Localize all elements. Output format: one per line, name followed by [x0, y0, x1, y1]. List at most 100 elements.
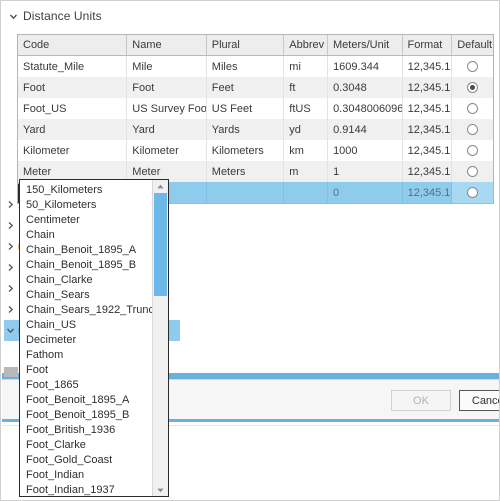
- cell-plural: Meters: [207, 161, 285, 182]
- chevron-right-icon[interactable]: [6, 284, 15, 293]
- default-radio[interactable]: [467, 124, 479, 135]
- cell-default[interactable]: [452, 140, 493, 161]
- cell-code: Foot_US: [18, 98, 128, 119]
- chevron-right-icon[interactable]: [6, 263, 15, 272]
- cell-format: 12,345.12: [403, 77, 453, 98]
- chevron-right-icon[interactable]: [6, 200, 15, 209]
- cell-abbrev[interactable]: [284, 182, 329, 203]
- tree-scroll-sliver: [4, 367, 18, 377]
- unit-code-dropdown-list[interactable]: 150_Kilometers 50_Kilometers Centimeter …: [19, 179, 169, 497]
- cell-code: Yard: [18, 119, 128, 140]
- cell-format: 12,345.12: [403, 161, 453, 182]
- cell-plural: Kilometers: [207, 140, 285, 161]
- dropdown-items: 150_Kilometers 50_Kilometers Centimeter …: [20, 180, 152, 496]
- dropdown-scrollbar[interactable]: [152, 180, 168, 496]
- table-row[interactable]: Kilometer Kilometer Kilometers km 1000 1…: [18, 140, 493, 161]
- cell-meters: 1609.344: [328, 56, 403, 77]
- list-item[interactable]: Foot_British_1936: [20, 423, 152, 438]
- chevron-right-icon[interactable]: [6, 221, 15, 230]
- cell-abbrev: m: [284, 161, 329, 182]
- scrollbar-thumb[interactable]: [154, 193, 167, 296]
- list-item[interactable]: Foot: [20, 363, 152, 378]
- cell-meters[interactable]: 0: [328, 182, 403, 203]
- cell-plural: US Feet: [207, 98, 285, 119]
- list-item[interactable]: Foot_1865: [20, 378, 152, 393]
- section-header-distance-units[interactable]: Distance Units: [9, 7, 102, 25]
- cell-plural: Miles: [207, 56, 285, 77]
- cell-meters: 0.3048: [328, 77, 403, 98]
- table-row[interactable]: Statute_Mile Mile Miles mi 1609.344 12,3…: [18, 56, 493, 77]
- chevron-right-icon[interactable]: [6, 305, 15, 314]
- table-row[interactable]: Yard Yard Yards yd 0.9144 12,345.12: [18, 119, 493, 140]
- column-header-meters-per-unit[interactable]: Meters/Unit: [328, 35, 403, 55]
- list-item[interactable]: Foot_Indian: [20, 468, 152, 483]
- cell-format: 12,345.12: [403, 56, 453, 77]
- triangle-down-icon[interactable]: [153, 484, 168, 496]
- default-radio[interactable]: [467, 166, 479, 177]
- cancel-button[interactable]: Cancel: [459, 390, 499, 411]
- list-item[interactable]: Chain_US: [20, 318, 152, 333]
- cell-default[interactable]: [452, 119, 493, 140]
- list-item[interactable]: Fathom: [20, 348, 152, 363]
- section-title: Distance Units: [23, 9, 102, 23]
- list-item[interactable]: Foot_Indian_1937: [20, 483, 152, 496]
- list-item[interactable]: Chain_Benoit_1895_B: [20, 258, 152, 273]
- list-item[interactable]: Decimeter: [20, 333, 152, 348]
- default-radio[interactable]: [467, 103, 479, 114]
- list-item[interactable]: Foot_Clarke: [20, 438, 152, 453]
- triangle-up-icon[interactable]: [153, 180, 168, 192]
- column-header-code[interactable]: Code: [18, 35, 128, 55]
- grid-header-row: Code Name Plural Abbrev Meters/Unit Form…: [18, 35, 493, 56]
- list-item[interactable]: Chain_Sears: [20, 288, 152, 303]
- cell-name: US Survey Foot: [127, 98, 207, 119]
- cell-meters: 1: [328, 161, 403, 182]
- list-item[interactable]: Chain_Sears_1922_Truncated: [20, 303, 152, 318]
- cell-name: Kilometer: [127, 140, 207, 161]
- table-row[interactable]: Foot_US US Survey Foot US Feet ftUS 0.30…: [18, 98, 493, 119]
- cell-abbrev: mi: [284, 56, 329, 77]
- cell-default[interactable]: [452, 161, 493, 182]
- cell-code: Kilometer: [18, 140, 128, 161]
- chevron-down-icon[interactable]: [6, 326, 15, 335]
- cell-code: Statute_Mile: [18, 56, 128, 77]
- default-radio[interactable]: [467, 82, 479, 93]
- list-item[interactable]: Foot_Benoit_1895_A: [20, 393, 152, 408]
- cell-code: Foot: [18, 77, 128, 98]
- cell-plural[interactable]: [207, 182, 285, 203]
- cell-plural: Feet: [207, 77, 285, 98]
- ok-button[interactable]: OK: [391, 390, 451, 411]
- list-item[interactable]: Chain_Clarke: [20, 273, 152, 288]
- column-header-format[interactable]: Format: [403, 35, 453, 55]
- list-item[interactable]: Centimeter: [20, 213, 152, 228]
- cell-default[interactable]: [452, 77, 493, 98]
- chevron-right-icon[interactable]: [6, 242, 15, 251]
- cell-meters: 0.3048006096...: [328, 98, 403, 119]
- cell-format[interactable]: 12,345.12: [403, 182, 453, 203]
- default-radio[interactable]: [467, 61, 479, 72]
- chevron-down-icon[interactable]: [9, 12, 18, 21]
- list-item[interactable]: Chain_Benoit_1895_A: [20, 243, 152, 258]
- list-item[interactable]: Chain: [20, 228, 152, 243]
- cell-format: 12,345.12: [403, 98, 453, 119]
- default-radio[interactable]: [467, 145, 479, 156]
- cell-abbrev: km: [284, 140, 329, 161]
- column-header-plural[interactable]: Plural: [207, 35, 285, 55]
- default-radio[interactable]: [467, 187, 479, 198]
- table-row[interactable]: Foot Foot Feet ft 0.3048 12,345.12: [18, 77, 493, 98]
- column-header-default[interactable]: Default: [452, 35, 493, 55]
- cell-name: Foot: [127, 77, 207, 98]
- column-header-abbrev[interactable]: Abbrev: [284, 35, 328, 55]
- cell-default[interactable]: [452, 98, 493, 119]
- cell-format: 12,345.12: [403, 119, 453, 140]
- cell-default[interactable]: [452, 182, 493, 203]
- cell-default[interactable]: [452, 56, 493, 77]
- cell-format: 12,345.12: [403, 140, 453, 161]
- list-item[interactable]: 150_Kilometers: [20, 183, 152, 198]
- column-header-name[interactable]: Name: [127, 35, 207, 55]
- list-item[interactable]: 50_Kilometers: [20, 198, 152, 213]
- cell-abbrev: yd: [284, 119, 329, 140]
- list-item[interactable]: Foot_Benoit_1895_B: [20, 408, 152, 423]
- list-item[interactable]: Foot_Gold_Coast: [20, 453, 152, 468]
- cell-name: Yard: [127, 119, 207, 140]
- cell-abbrev: ftUS: [284, 98, 329, 119]
